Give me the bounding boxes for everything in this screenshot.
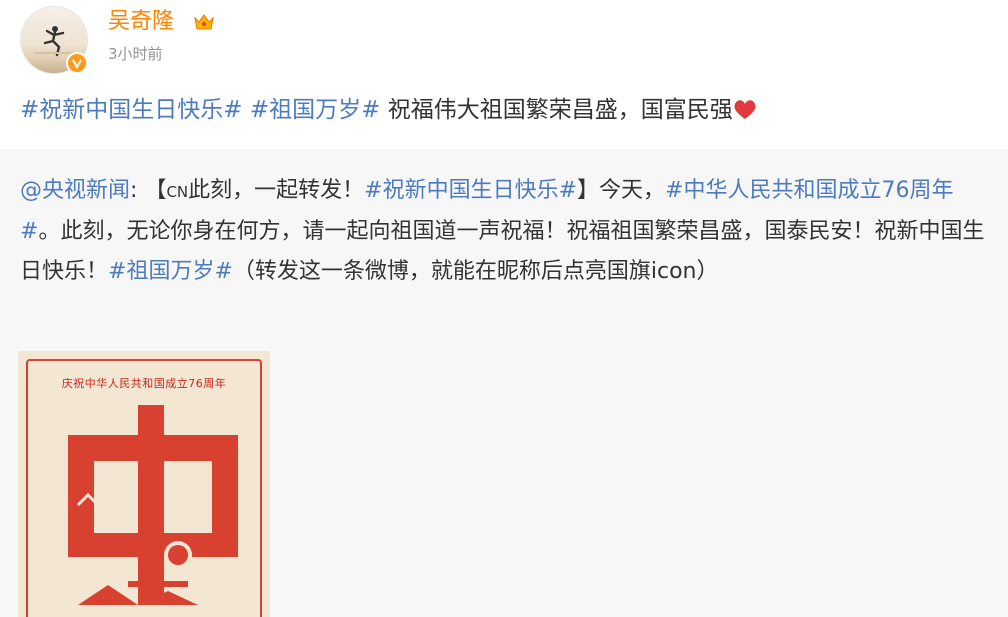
username[interactable]: 吴奇隆 bbox=[108, 8, 174, 36]
repost-lead: 此刻，一起转发！ bbox=[188, 178, 365, 203]
topic-link[interactable]: #祖国万岁# bbox=[108, 259, 233, 284]
post-timestamp[interactable]: 3小时前 bbox=[108, 44, 163, 64]
colon: : bbox=[130, 178, 138, 203]
post-body: 祝福伟大祖国繁荣昌盛，国富民强 bbox=[387, 97, 733, 123]
crown-icon[interactable] bbox=[192, 10, 216, 34]
poster-image[interactable]: 庆祝中华人民共和国成立76周年 bbox=[18, 351, 270, 617]
mention-link[interactable]: @央视新闻 bbox=[20, 178, 130, 203]
topic-link[interactable]: #祝新中国生日快乐# bbox=[20, 97, 243, 123]
cn-badge: CN bbox=[166, 183, 189, 201]
repost-card[interactable]: @央视新闻: 【CN此刻，一起转发！#祝新中国生日快乐#】今天，#中华人民共和国… bbox=[0, 150, 1008, 617]
verified-icon bbox=[66, 52, 88, 74]
bracket-open: 【 bbox=[144, 178, 167, 203]
poster-caption: 庆祝中华人民共和国成立76周年 bbox=[61, 377, 227, 390]
heart-icon bbox=[734, 100, 756, 119]
repost-tail: （转发这一条微博，就能在昵称后点亮国旗icon） bbox=[232, 259, 719, 284]
repost-text: @央视新闻: 【CN此刻，一起转发！#祝新中国生日快乐#】今天，#中华人民共和国… bbox=[20, 171, 988, 292]
topic-link[interactable]: #祖国万岁# bbox=[250, 97, 381, 123]
topic-link[interactable]: #祝新中国生日快乐# bbox=[364, 178, 577, 203]
papercut-zhong-art bbox=[68, 405, 238, 605]
post-text: #祝新中国生日快乐# #祖国万岁# 祝福伟大祖国繁荣昌盛，国富民强 bbox=[20, 93, 990, 127]
bracket-close: 】今天， bbox=[577, 178, 666, 203]
